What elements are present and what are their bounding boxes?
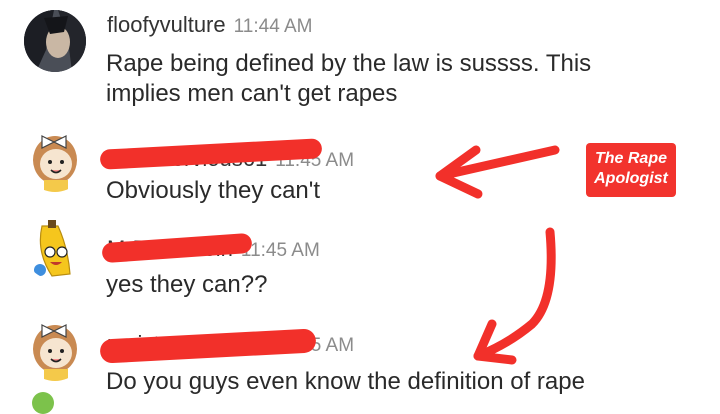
message-text-line: Do you guys even know the definition of … [106,368,585,395]
annotation-line: Apologist [594,170,668,187]
bow-girl-avatar-icon [25,131,85,192]
annotation-label: The Rape Apologist [586,143,676,197]
chat-message: floofyvulture 11:44 AM Rape being defined… [0,0,720,120]
message-text-line: implies men can't get rapes [106,80,398,107]
avatar[interactable] [24,10,86,72]
dark-haired-character-avatar-icon [24,10,86,72]
message-text-line: yes they can?? [106,271,268,298]
timestamp: 11:44 AM [233,16,313,37]
message-text-line: Rape being defined by the law is sussss.… [106,50,592,77]
banana-avatar-icon [25,219,85,279]
annotation-line: The Rape [594,150,667,167]
timestamp: 11:45 AM [240,240,320,261]
avatar[interactable] [24,319,86,381]
username[interactable]: floofyvulture [107,12,226,37]
avatar[interactable] [24,130,86,192]
avatar[interactable] [24,218,86,280]
message-text-line: Obviously they can't [106,177,321,204]
bow-girl-avatar-icon [25,320,85,381]
avatar[interactable] [32,392,54,414]
